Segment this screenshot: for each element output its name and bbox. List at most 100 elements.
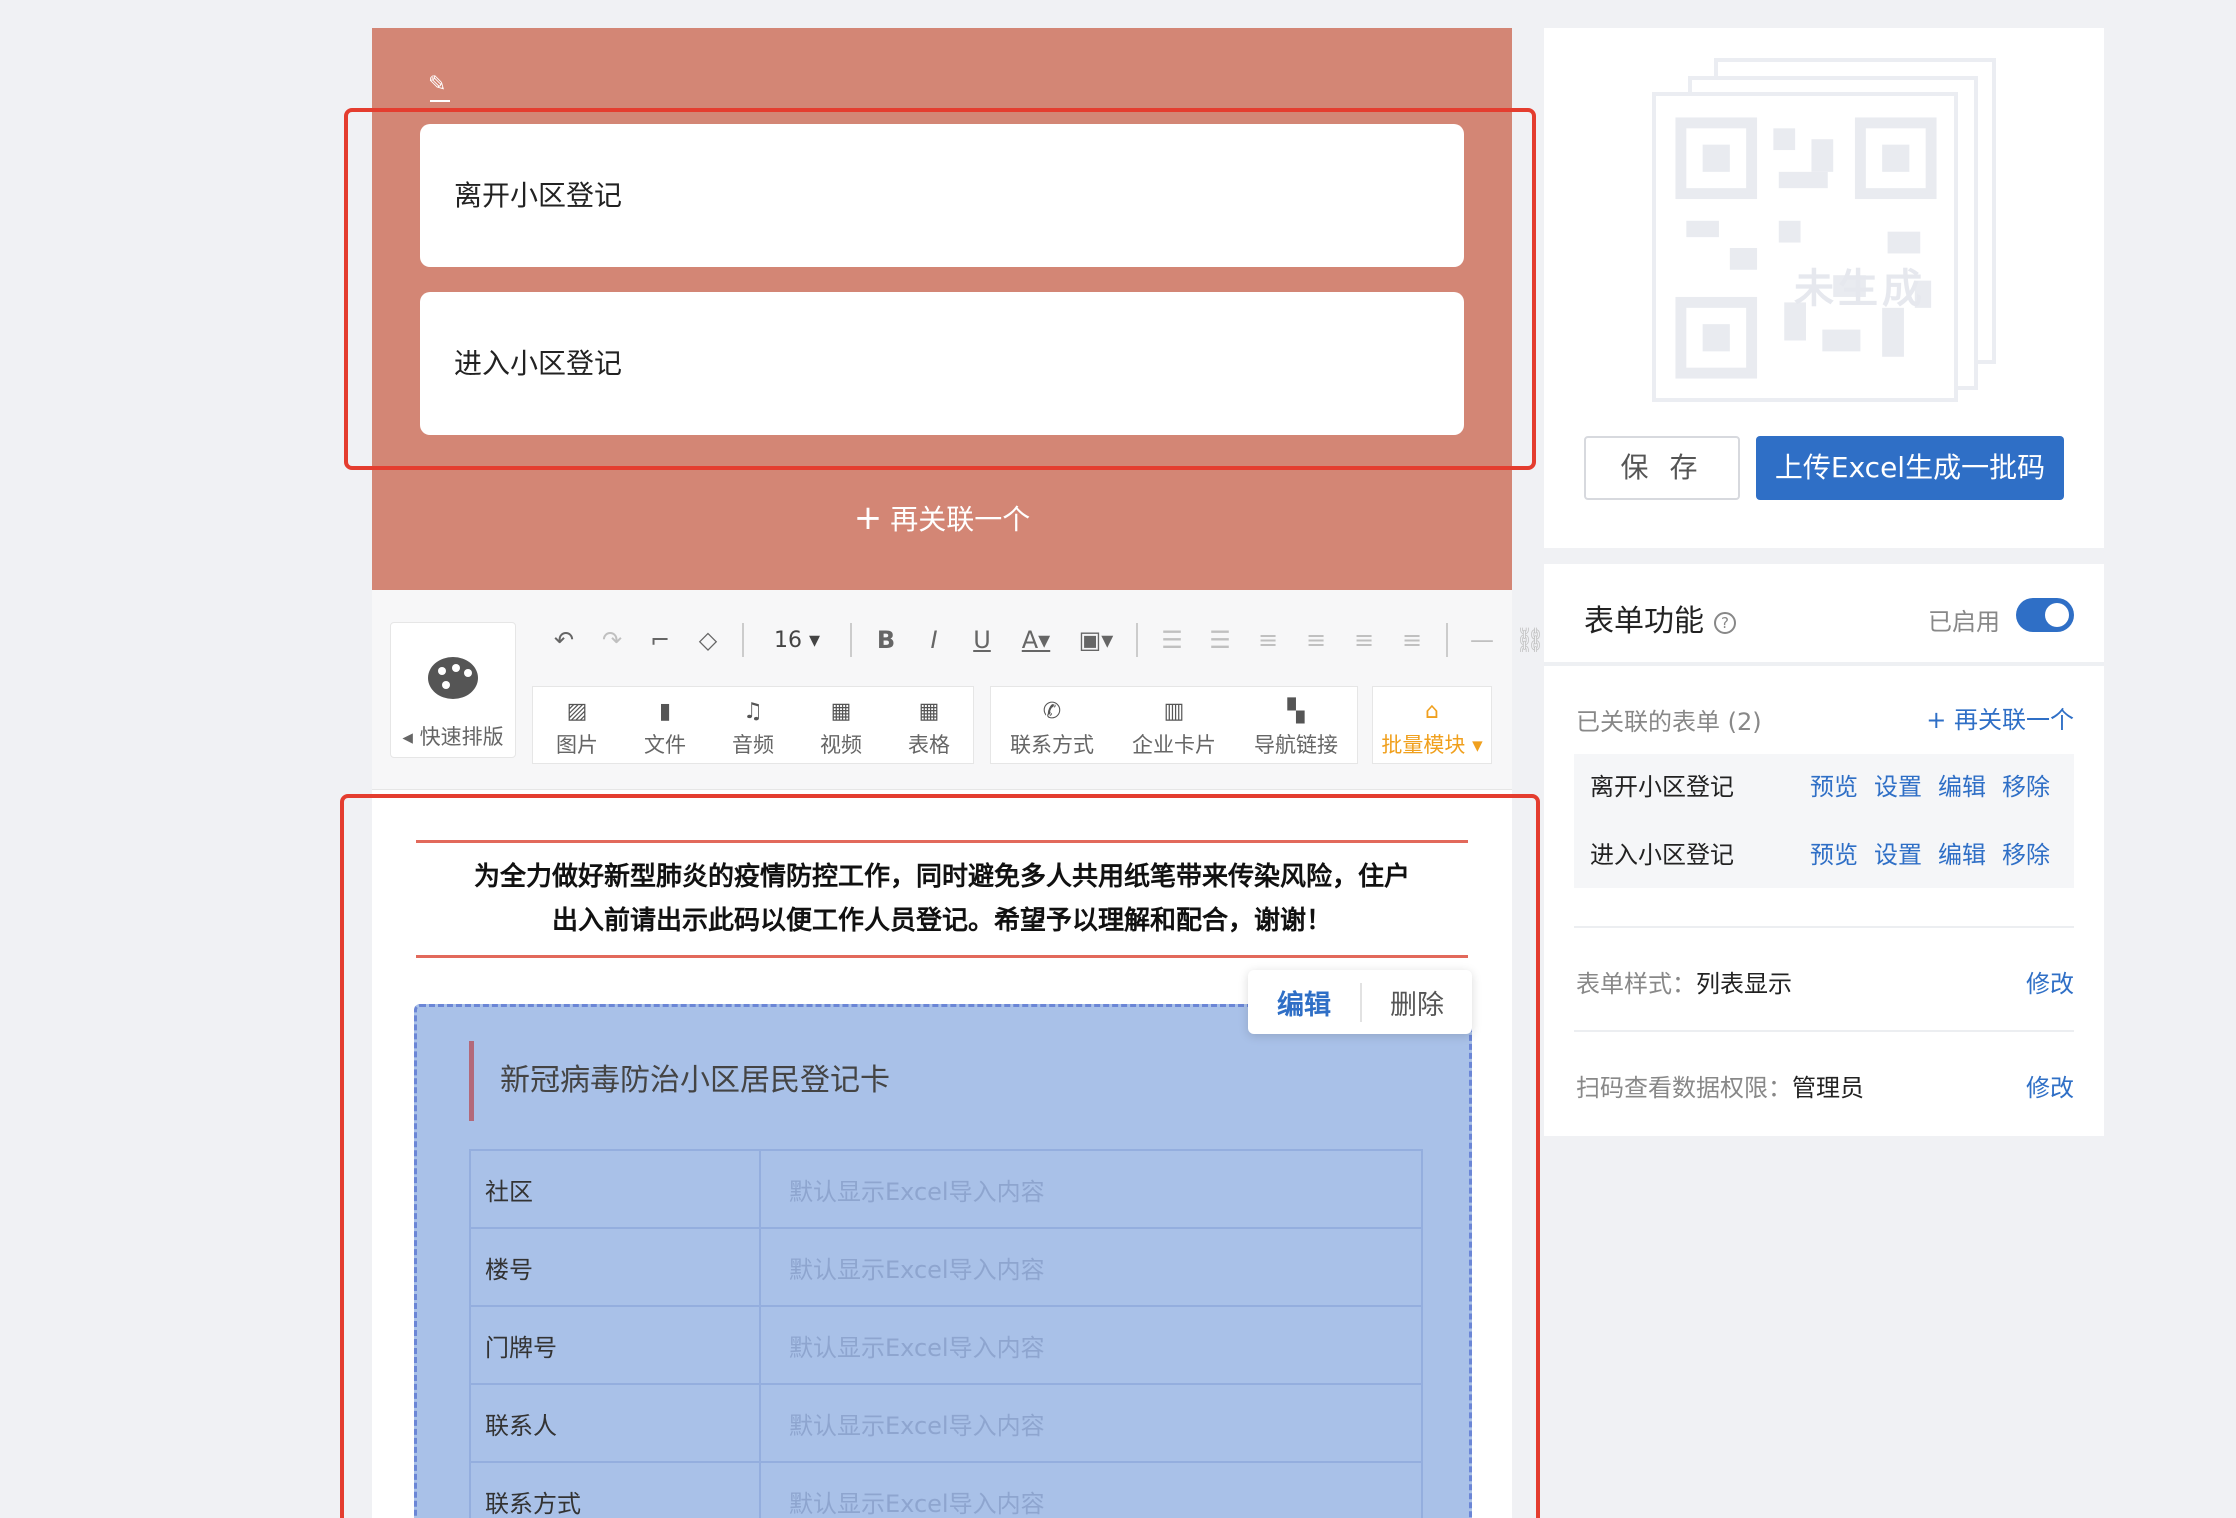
bold-icon[interactable]: B — [862, 626, 910, 654]
undo-icon[interactable]: ↶ — [540, 626, 588, 654]
registration-card[interactable]: 新冠病毒防治小区居民登记卡 社区 默认显示Excel导入内容 楼号 默认显示Exce… — [414, 1004, 1472, 1518]
italic-icon[interactable]: I — [910, 626, 958, 654]
insert-audio-button[interactable]: ♫ 音频 — [709, 687, 797, 763]
eraser-icon[interactable]: ◇ — [684, 626, 732, 654]
linked-form-name: 离开小区登记 — [1590, 773, 1734, 801]
align-left-icon[interactable]: ≡ — [1244, 626, 1292, 654]
form-card-leave[interactable]: 离开小区登记 — [420, 124, 1464, 267]
settings-link[interactable]: 设置 — [1874, 822, 1922, 888]
form-function-toggle[interactable] — [2016, 598, 2074, 632]
remove-link[interactable]: 移除 — [2002, 754, 2050, 820]
modify-permission-link[interactable]: 修改 — [2026, 1068, 2074, 1103]
permission-value: 管理员 — [1792, 1074, 1864, 1102]
insert-file-label: 文件 — [644, 733, 686, 757]
batch-module-group: ⌂ 批量模块 ▾ — [1372, 686, 1492, 764]
link-another-button[interactable]: + 再关联一个 — [1926, 700, 2074, 735]
settings-link[interactable]: 设置 — [1874, 754, 1922, 820]
field-value: 默认显示Excel导入内容 — [759, 1149, 1423, 1229]
edit-link[interactable]: 编辑 — [1938, 754, 1986, 820]
inbox-icon: ⌂ — [1425, 699, 1439, 724]
insert-nav-link-label: 导航链接 — [1254, 733, 1338, 757]
quick-layout-label: 快速排版 — [419, 725, 504, 749]
permission-key: 扫码查看数据权限： — [1576, 1074, 1792, 1102]
file-icon: ▮ — [658, 699, 672, 724]
block-edit-popover: 编辑 删除 — [1248, 970, 1472, 1034]
list-item: 离开小区登记 预览 设置 编辑 移除 — [1574, 754, 2074, 820]
qr-placeholder: 未生成 — [1652, 58, 1998, 404]
preview-link[interactable]: 预览 — [1810, 822, 1858, 888]
add-more-label: 再关联一个 — [890, 503, 1031, 536]
add-more-link[interactable]: + 再关联一个 — [372, 498, 1512, 538]
table-row: 社区 默认显示Excel导入内容 — [469, 1149, 1423, 1229]
qr-code-icon — [1670, 112, 1942, 384]
insert-nav-link-button[interactable]: ▚ 导航链接 — [1235, 687, 1357, 763]
insert-company-card-label: 企业卡片 — [1132, 733, 1216, 757]
table-row: 楼号 默认显示Excel导入内容 — [469, 1227, 1423, 1307]
field-value: 默认显示Excel导入内容 — [759, 1461, 1423, 1518]
insert-contact-button[interactable]: ✆ 联系方式 — [991, 687, 1113, 763]
insert-video-button[interactable]: ▦ 视频 — [797, 687, 885, 763]
registration-table: 社区 默认显示Excel导入内容 楼号 默认显示Excel导入内容 门牌号 默认显示E… — [469, 1149, 1423, 1518]
insert-file-button[interactable]: ▮ 文件 — [621, 687, 709, 763]
font-size-select[interactable]: 16 ▾ — [754, 628, 840, 653]
insert-image-button[interactable]: ▨ 图片 — [533, 687, 621, 763]
field-value: 默认显示Excel导入内容 — [759, 1383, 1423, 1463]
delete-button[interactable]: 删除 — [1362, 983, 1472, 1022]
linked-forms-list: 离开小区登记 预览 设置 编辑 移除 进入小区登记 预览 设置 编辑 移除 — [1574, 754, 2074, 888]
highlight-icon[interactable]: ▣▾ — [1066, 626, 1126, 654]
insert-table-button[interactable]: ▦ 表格 — [885, 687, 973, 763]
preview-link[interactable]: 预览 — [1810, 754, 1858, 820]
redo-icon[interactable]: ↷ — [588, 626, 636, 654]
linked-form-name: 进入小区登记 — [1590, 841, 1734, 869]
batch-module-button[interactable]: ⌂ 批量模块 ▾ — [1373, 687, 1491, 763]
form-function-title: 表单功能 — [1584, 604, 1704, 639]
save-button[interactable]: 保 存 — [1584, 436, 1740, 500]
notice-text[interactable]: 为全力做好新型肺炎的疫情防控工作，同时避免多人共用纸笔带来传染风险，住户 出入前… — [416, 840, 1468, 958]
format-toolbar-row: ↶ ↷ ⌐ ◇ 16 ▾ B I U A▾ ▣▾ ☰ ☰ ≡ ≡ ≡ ≡ — ⛓ — [540, 620, 1554, 660]
insert-company-card-button[interactable]: ▥ 企业卡片 — [1113, 687, 1235, 763]
qr-panel: 未生成 保 存 上传Excel生成一批码 — [1544, 28, 2104, 548]
form-function-panel: 表单功能? 已启用 已关联的表单 (2) + 再关联一个 离开小区登记 预览 设… — [1544, 564, 2104, 1136]
align-center-icon[interactable]: ≡ — [1292, 626, 1340, 654]
align-right-icon[interactable]: ≡ — [1340, 626, 1388, 654]
table-row: 门牌号 默认显示Excel导入内容 — [469, 1305, 1423, 1385]
upload-excel-button[interactable]: 上传Excel生成一批码 — [1756, 436, 2064, 500]
font-color-icon[interactable]: A▾ — [1006, 626, 1066, 654]
field-value: 默认显示Excel导入内容 — [759, 1227, 1423, 1307]
ordered-list-icon[interactable]: ☰ — [1148, 626, 1196, 654]
notice-line-1: 为全力做好新型肺炎的疫情防控工作，同时避免多人共用纸笔带来传染风险，住户 — [473, 862, 1410, 892]
enabled-label: 已启用 — [1928, 608, 2000, 636]
qr-status-label: 未生成 — [1794, 266, 1926, 312]
divider-icon[interactable]: — — [1458, 626, 1506, 654]
table-row: 联系方式 默认显示Excel导入内容 — [469, 1461, 1423, 1518]
form-style-row: 表单样式：列表显示 修改 — [1576, 964, 2074, 999]
field-label: 社区 — [469, 1149, 761, 1229]
music-icon: ♫ — [743, 699, 763, 724]
insert-media-group: ▨ 图片 ▮ 文件 ♫ 音频 ▦ 视频 ▦ 表格 — [532, 686, 974, 764]
unordered-list-icon[interactable]: ☰ — [1196, 626, 1244, 654]
remove-link[interactable]: 移除 — [2002, 822, 2050, 888]
justify-icon[interactable]: ≡ — [1388, 626, 1436, 654]
insert-table-label: 表格 — [908, 733, 950, 757]
edit-button[interactable]: 编辑 — [1248, 982, 1362, 1022]
form-style-value: 列表显示 — [1696, 970, 1792, 998]
form-card-enter[interactable]: 进入小区登记 — [420, 292, 1464, 435]
edit-link[interactable]: 编辑 — [1938, 822, 1986, 888]
help-icon[interactable]: ? — [1714, 611, 1736, 634]
table-icon: ▦ — [918, 699, 940, 724]
linked-forms-title: 已关联的表单 (2) — [1576, 708, 1762, 736]
image-icon: ▨ — [566, 699, 588, 724]
quick-layout-button[interactable]: ◂ 快速排版 — [390, 622, 516, 758]
insert-video-label: 视频 — [820, 733, 862, 757]
format-painter-icon[interactable]: ⌐ — [636, 626, 684, 654]
field-label: 楼号 — [469, 1227, 761, 1307]
insert-contact-group: ✆ 联系方式 ▥ 企业卡片 ▚ 导航链接 — [990, 686, 1358, 764]
linked-forms-block[interactable]: ✎ 离开小区登记 进入小区登记 + 再关联一个 — [372, 28, 1512, 590]
notice-line-2: 出入前请出示此码以便工作人员登记。希望予以理解和配合，谢谢！ — [551, 906, 1332, 936]
underline-icon[interactable]: U — [958, 626, 1006, 654]
pencil-icon[interactable]: ✎ — [428, 72, 454, 102]
permission-row: 扫码查看数据权限：管理员 修改 — [1576, 1068, 2074, 1103]
modify-style-link[interactable]: 修改 — [2026, 964, 2074, 999]
insert-audio-label: 音频 — [732, 733, 774, 757]
editor-column: ✎ 离开小区登记 进入小区登记 + 再关联一个 ◂ 快速排版 ↶ ↷ ⌐ ◇ 16… — [372, 28, 1545, 1518]
